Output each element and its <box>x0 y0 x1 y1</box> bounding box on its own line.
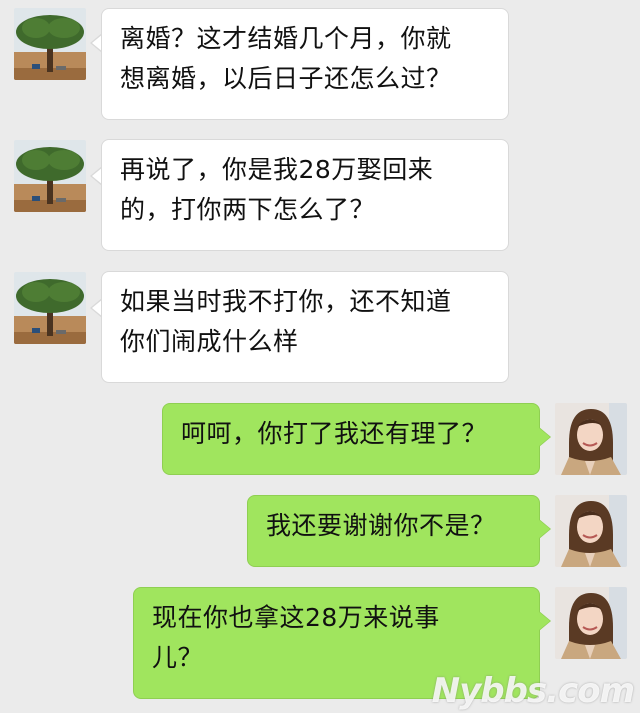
tree-avatar[interactable] <box>14 140 86 212</box>
tree-avatar[interactable] <box>14 8 86 80</box>
message-line: 离婚？这才结婚几个月，你就 <box>120 24 452 53</box>
woman-avatar[interactable] <box>555 403 627 475</box>
message-bubble-received[interactable]: 再说了，你是我28万娶回来 的，打你两下怎么了？ <box>101 139 509 251</box>
woman-avatar[interactable] <box>555 495 627 567</box>
message-line: 呵呵，你打了我还有理了？ <box>181 419 488 448</box>
tree-avatar[interactable] <box>14 272 86 344</box>
message-line: 想离婚，以后日子还怎么过？ <box>120 64 452 93</box>
message-bubble-received[interactable]: 如果当时我不打你，还不知道 你们闹成什么样 <box>101 271 509 383</box>
message-bubble-sent[interactable]: 呵呵，你打了我还有理了？ <box>162 403 540 475</box>
chat-conversation: 离婚？这才结婚几个月，你就 想离婚，以后日子还怎么过？ 再说了，你是我28万娶回… <box>0 0 640 713</box>
message-line: 再说了，你是我28万娶回来 <box>120 155 434 184</box>
message-bubble-received[interactable]: 离婚？这才结婚几个月，你就 想离婚，以后日子还怎么过？ <box>101 8 509 120</box>
message-line: 我还要谢谢你不是？ <box>266 511 496 540</box>
message-bubble-sent[interactable]: 我还要谢谢你不是？ <box>247 495 540 567</box>
message-line: 现在你也拿这28万来说事 <box>152 603 440 632</box>
message-line: 的，打你两下怎么了？ <box>120 195 376 224</box>
woman-avatar[interactable] <box>555 587 627 659</box>
watermark-logo: Nybbs.com <box>431 671 635 711</box>
message-line: 你们闹成什么样 <box>120 327 299 356</box>
message-line: 如果当时我不打你，还不知道 <box>120 287 452 316</box>
